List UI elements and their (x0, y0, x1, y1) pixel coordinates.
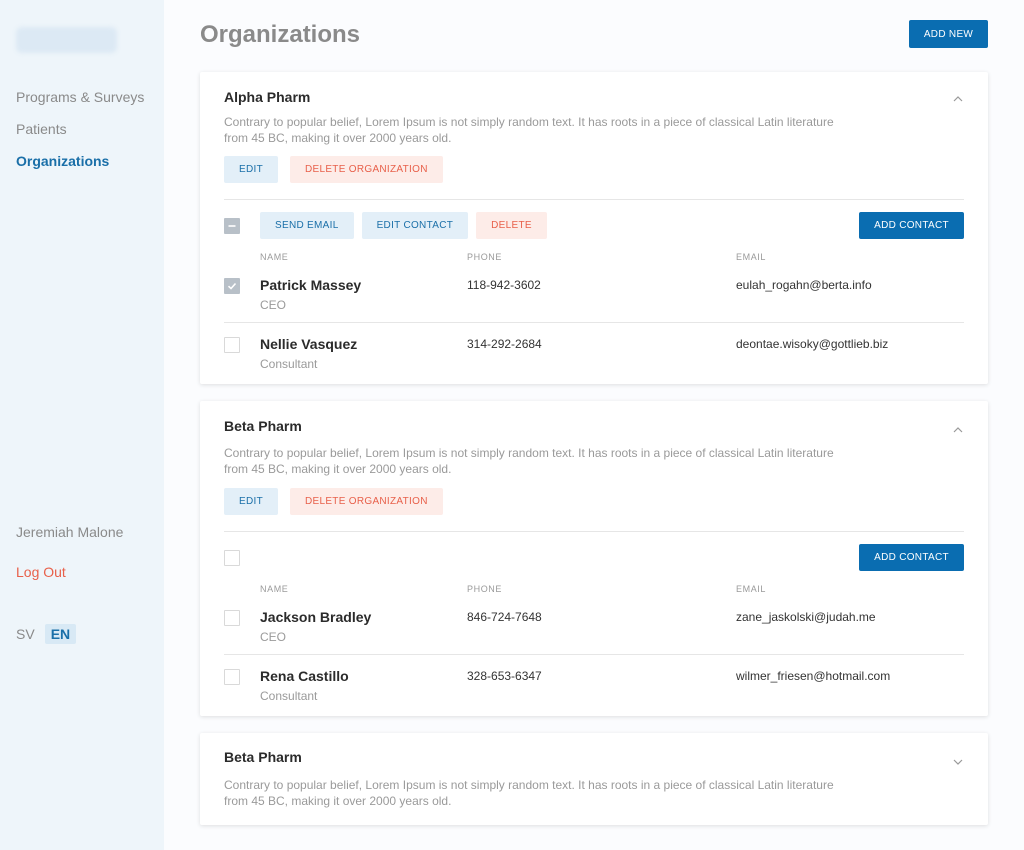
select-all-checkbox[interactable] (224, 217, 240, 234)
language-switcher: SV EN (16, 624, 77, 644)
contact-phone: 846-724-7648 (467, 610, 542, 624)
row-checkbox[interactable] (224, 610, 240, 626)
organization-card-collapsed[interactable]: Beta Pharm Contrary to popular belief, L… (200, 733, 988, 825)
select-all-checkbox[interactable] (224, 549, 240, 566)
organization-description: Contrary to popular belief, Lorem Ipsum … (224, 115, 834, 145)
chevron-down-icon[interactable] (952, 755, 964, 767)
delete-organization-button[interactable]: DELETE ORGANIZATION (289, 156, 443, 183)
nav-item-programs-surveys[interactable]: Programs & Surveys (16, 89, 144, 105)
column-header-name: NAME (260, 252, 289, 262)
contact-email: wilmer_friesen@hotmail.com (736, 669, 891, 683)
contact-email: eulah_rogahn@berta.info (736, 278, 872, 292)
contact-phone: 314-292-2684 (467, 337, 542, 351)
contact-role: Consultant (260, 357, 318, 371)
row-checkbox[interactable] (224, 278, 240, 294)
send-email-button[interactable]: SEND EMAIL (260, 212, 354, 239)
contacts-toolbar: ADD CONTACT (224, 544, 964, 571)
logout-link[interactable]: Log Out (16, 564, 66, 580)
language-sv[interactable]: SV (16, 626, 35, 642)
column-header-phone: PHONE (467, 584, 503, 594)
contacts-toolbar: SEND EMAIL EDIT CONTACT DELETE ADD CONTA… (224, 212, 964, 239)
contact-row[interactable]: Rena Castillo Consultant 328-653-6347 wi… (224, 665, 964, 724)
column-header-name: NAME (260, 584, 289, 594)
contact-name: Nellie Vasquez (260, 336, 358, 352)
page-title: Organizations (200, 21, 361, 48)
organization-description: Contrary to popular belief, Lorem Ipsum … (224, 778, 834, 808)
column-header-phone: PHONE (467, 252, 503, 262)
organization-description: Contrary to popular belief, Lorem Ipsum … (224, 446, 834, 476)
contact-row[interactable]: Patrick Massey CEO 118-942-3602 eulah_ro… (224, 274, 964, 333)
delete-contact-button[interactable]: DELETE (476, 212, 547, 239)
logo[interactable] (16, 27, 117, 53)
chevron-up-icon[interactable] (952, 423, 964, 435)
divider (224, 531, 964, 532)
add-contact-button[interactable]: ADD CONTACT (859, 544, 964, 571)
organization-name: Beta Pharm (224, 418, 302, 434)
row-divider (224, 322, 964, 323)
sidebar: Programs & Surveys Patients Organization… (0, 0, 164, 850)
contact-role: CEO (260, 630, 287, 644)
contact-row[interactable]: Jackson Bradley CEO 846-724-7648 zane_ja… (224, 606, 964, 665)
minus-icon (228, 224, 236, 227)
edit-contact-button[interactable]: EDIT CONTACT (361, 212, 469, 239)
edit-organization-button[interactable]: EDIT (224, 488, 278, 515)
contact-row[interactable]: Nellie Vasquez Consultant 314-292-2684 d… (224, 333, 964, 392)
divider (224, 199, 964, 200)
add-contact-button[interactable]: ADD CONTACT (859, 212, 964, 239)
nav-item-organizations[interactable]: Organizations (16, 153, 109, 169)
language-en[interactable]: EN (44, 624, 77, 644)
row-divider (224, 654, 964, 655)
contact-phone: 328-653-6347 (467, 669, 542, 683)
check-icon (227, 282, 237, 290)
chevron-up-icon[interactable] (952, 92, 964, 104)
column-header-email: EMAIL (736, 584, 767, 594)
contact-email: zane_jaskolski@judah.me (736, 610, 876, 624)
row-checkbox[interactable] (224, 337, 240, 353)
delete-organization-button[interactable]: DELETE ORGANIZATION (289, 488, 443, 515)
contact-name: Rena Castillo (260, 668, 349, 684)
row-checkbox[interactable] (224, 669, 240, 685)
organization-name: Beta Pharm (224, 749, 302, 765)
organization-name: Alpha Pharm (224, 89, 311, 105)
contact-phone: 118-942-3602 (467, 278, 541, 292)
contact-name: Jackson Bradley (260, 609, 372, 625)
contact-email: deontae.wisoky@gottlieb.biz (736, 337, 889, 351)
organization-card: Beta Pharm Contrary to popular belief, L… (200, 401, 988, 716)
contact-name: Patrick Massey (260, 277, 362, 293)
organization-card: Alpha Pharm Contrary to popular belief, … (200, 72, 988, 384)
contact-role: Consultant (260, 689, 318, 703)
contact-role: CEO (260, 298, 287, 312)
nav-item-patients[interactable]: Patients (16, 121, 67, 137)
add-new-button[interactable]: ADD NEW (909, 20, 988, 48)
edit-organization-button[interactable]: EDIT (224, 156, 278, 183)
column-header-email: EMAIL (736, 252, 767, 262)
user-name: Jeremiah Malone (16, 524, 124, 540)
